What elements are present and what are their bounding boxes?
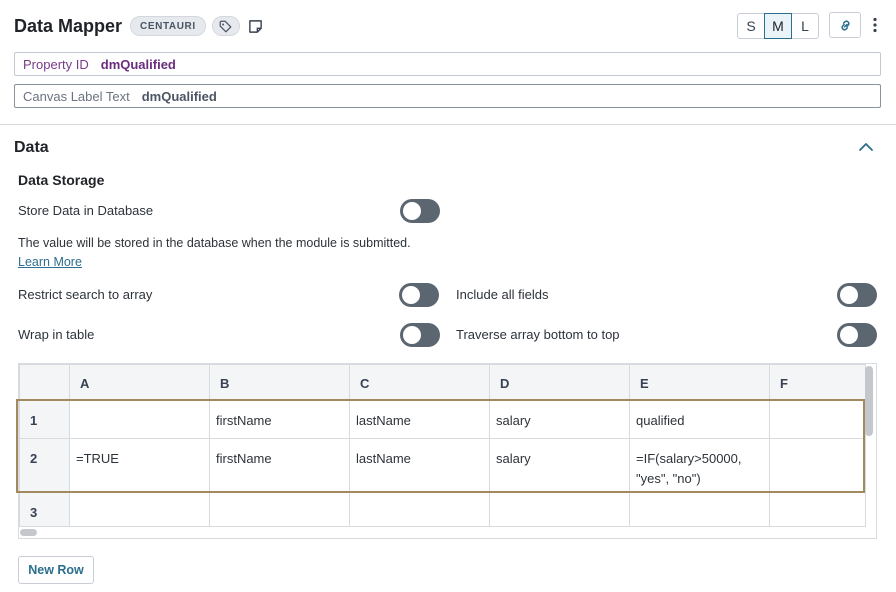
column-header[interactable]: B <box>209 364 350 401</box>
grid-cell[interactable] <box>349 492 490 527</box>
canvas-label-field[interactable]: Canvas Label Text dmQualified <box>14 84 881 108</box>
table-row: 3 <box>19 492 866 527</box>
grid-cell[interactable] <box>69 400 210 439</box>
grid-cell[interactable]: salary <box>489 438 630 493</box>
environment-badge: CENTAURI <box>130 16 206 36</box>
section-title: Data <box>14 139 49 156</box>
column-header[interactable]: F <box>769 364 866 401</box>
new-row-button[interactable]: New Row <box>18 556 94 584</box>
more-options-icon[interactable] <box>868 14 882 36</box>
restrict-search-toggle[interactable] <box>399 283 439 307</box>
traverse-array-label: Traverse array bottom to top <box>456 327 620 342</box>
store-db-label: Store Data in Database <box>18 203 154 218</box>
include-fields-label: Include all fields <box>456 287 549 302</box>
grid-cell[interactable] <box>769 400 866 439</box>
size-large-button[interactable]: L <box>791 13 819 39</box>
row-header[interactable]: 3 <box>19 492 70 527</box>
grid-cell[interactable] <box>489 492 630 527</box>
column-header[interactable]: C <box>349 364 490 401</box>
canvas-label-label: Canvas Label Text <box>23 88 130 104</box>
learn-more-link[interactable]: Learn More <box>18 255 82 269</box>
column-header[interactable]: D <box>489 364 630 401</box>
property-id-label: Property ID <box>23 56 89 72</box>
link-icon <box>841 20 849 30</box>
canvas-label-value: dmQualified <box>141 88 217 104</box>
toggle-knob <box>403 202 421 220</box>
grid-cell[interactable] <box>769 438 866 493</box>
vertical-scrollbar[interactable] <box>865 366 873 436</box>
wrap-table-toggle[interactable] <box>400 323 440 347</box>
link-button[interactable] <box>829 12 861 38</box>
chevron-up-icon[interactable] <box>858 140 874 154</box>
toggle-knob <box>840 286 858 304</box>
size-small-button[interactable]: S <box>737 13 765 39</box>
size-medium-button[interactable]: M <box>764 13 792 39</box>
grid-cell[interactable]: qualified <box>629 400 770 439</box>
toggle-knob <box>840 326 858 344</box>
toggle-knob <box>402 286 420 304</box>
horizontal-scrollbar[interactable] <box>20 529 37 536</box>
table-row: 1 firstName lastName salary qualified <box>19 400 866 439</box>
grid-cell[interactable]: lastName <box>349 400 490 439</box>
grid-corner <box>19 364 70 401</box>
page-title: Data Mapper <box>14 15 123 36</box>
grid-table: A B C D E F 1 firstName lastName salary … <box>19 364 866 527</box>
table-row: 2 =TRUE firstName lastName salary =IF(sa… <box>19 438 866 493</box>
subsection-title: Data Storage <box>18 172 105 188</box>
grid-cell[interactable] <box>769 492 866 527</box>
grid-cell[interactable] <box>209 492 350 527</box>
include-fields-toggle[interactable] <box>837 283 877 307</box>
traverse-array-toggle[interactable] <box>837 323 877 347</box>
restrict-search-label: Restrict search to array <box>18 287 153 302</box>
row-header[interactable]: 1 <box>19 400 70 439</box>
store-db-toggle[interactable] <box>400 199 440 223</box>
property-id-value: dmQualified <box>100 56 176 72</box>
grid-cell[interactable]: =IF(salary>50000, "yes", "no") <box>629 438 770 493</box>
divider <box>0 124 896 125</box>
grid-cell[interactable] <box>629 492 770 527</box>
row-header[interactable]: 2 <box>19 438 70 493</box>
column-header[interactable]: E <box>629 364 770 401</box>
grid-cell[interactable]: =TRUE <box>69 438 210 493</box>
note-icon[interactable] <box>248 18 264 34</box>
size-toggle-group: S M L <box>737 13 819 39</box>
grid-cell[interactable] <box>69 492 210 527</box>
tag-icon[interactable] <box>211 16 240 36</box>
helper-text: The value will be stored in the database… <box>18 236 411 250</box>
data-grid[interactable]: A B C D E F 1 firstName lastName salary … <box>18 363 877 539</box>
property-id-field[interactable]: Property ID dmQualified <box>14 52 881 76</box>
grid-cell[interactable]: firstName <box>209 438 350 493</box>
grid-cell[interactable]: firstName <box>209 400 350 439</box>
header: Data Mapper CENTAURI <box>14 14 264 38</box>
toggle-knob <box>403 326 421 344</box>
grid-cell[interactable]: salary <box>489 400 630 439</box>
grid-cell[interactable]: lastName <box>349 438 490 493</box>
column-header[interactable]: A <box>69 364 210 401</box>
wrap-table-label: Wrap in table <box>18 327 95 342</box>
